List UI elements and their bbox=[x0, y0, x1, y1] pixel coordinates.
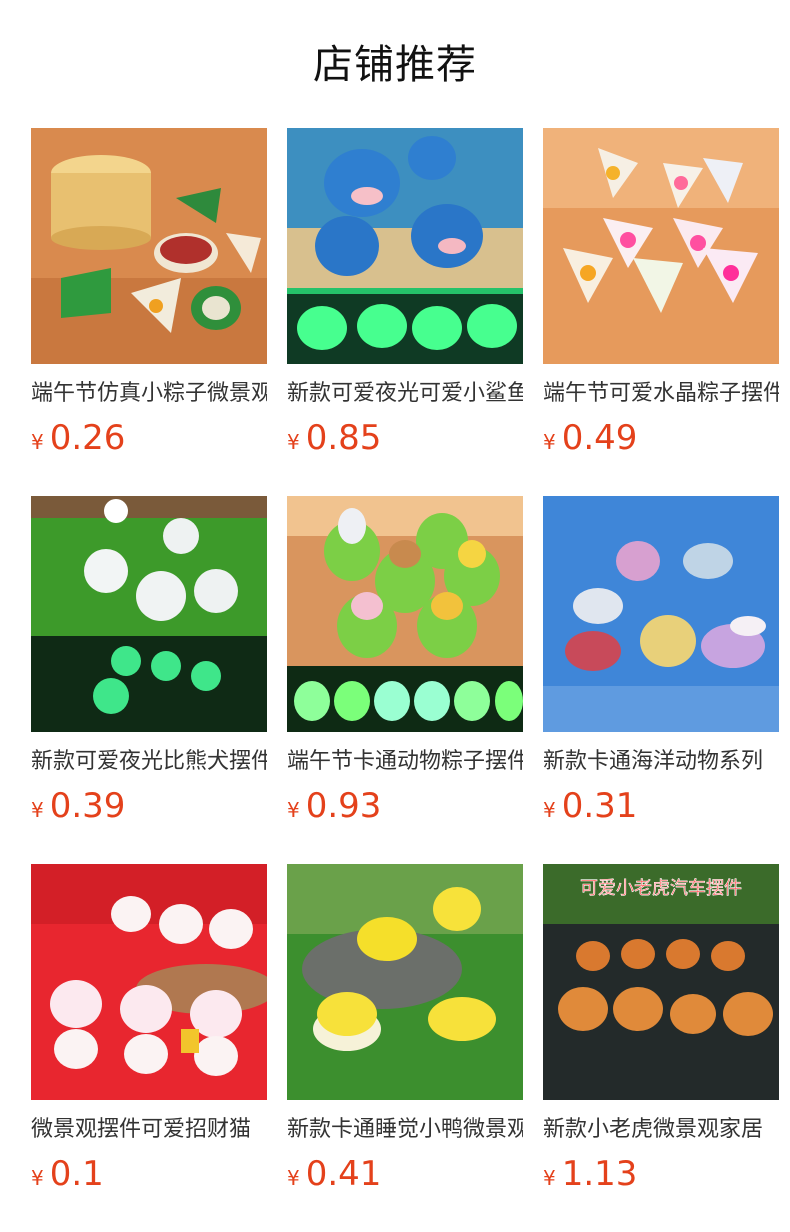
product-price: ¥0.31 bbox=[543, 786, 779, 826]
product-card[interactable]: 新款卡通海洋动物系列 ¥0.31 bbox=[543, 496, 779, 826]
product-price: ¥0.85 bbox=[287, 418, 523, 458]
image-caption: 可爱小老虎汽车摆件 bbox=[580, 878, 742, 899]
price-amount: 0.26 bbox=[49, 418, 126, 458]
store-recommendations-page: 店铺推荐 端午节仿真小粽子微景观 ¥ 0.26 新款可爱夜光可爱小鲨鱼 ¥ 0.… bbox=[0, 0, 790, 1232]
product-name[interactable]: 新款卡通海洋动物系列 bbox=[543, 746, 779, 778]
product-name[interactable]: 新款卡通睡觉小鸭微景观 bbox=[287, 1114, 523, 1146]
product-card[interactable]: 微景观摆件可爱招财猫 ¥0.1 bbox=[31, 864, 267, 1194]
currency-symbol: ¥ bbox=[543, 798, 556, 822]
product-price: ¥0.26 bbox=[31, 418, 267, 458]
currency-symbol: ¥ bbox=[287, 430, 300, 454]
price-amount: 0.39 bbox=[49, 786, 126, 826]
currency-symbol: ¥ bbox=[287, 1166, 300, 1190]
price-amount: 1.13 bbox=[561, 1154, 638, 1194]
product-image[interactable] bbox=[543, 128, 779, 364]
price-amount: 0.31 bbox=[561, 786, 638, 826]
product-card[interactable]: 可爱小老虎汽车摆件 新款小老虎微景观家居 ¥1.13 bbox=[543, 864, 779, 1194]
product-name[interactable]: 新款小老虎微景观家居 bbox=[543, 1114, 779, 1146]
product-image[interactable] bbox=[31, 864, 267, 1100]
product-card[interactable]: 端午节可爱水晶粽子摆件 ¥0.49 bbox=[543, 128, 779, 458]
product-name[interactable]: 新款可爱夜光比熊犬摆件 bbox=[31, 746, 267, 778]
product-price: ¥0.39 bbox=[31, 786, 267, 826]
currency-symbol: ¥ bbox=[543, 1166, 556, 1190]
price-amount: 0.85 bbox=[305, 418, 382, 458]
price-amount: 0.49 bbox=[561, 418, 638, 458]
section-title: 店铺推荐 bbox=[313, 42, 477, 88]
currency-symbol: ¥ bbox=[287, 798, 300, 822]
price-amount: 0.41 bbox=[305, 1154, 382, 1194]
product-image[interactable] bbox=[287, 128, 523, 364]
product-name[interactable]: 微景观摆件可爱招财猫 bbox=[31, 1114, 267, 1146]
product-price: ¥0.1 bbox=[31, 1154, 267, 1194]
product-name[interactable]: 端午节可爱水晶粽子摆件 bbox=[543, 378, 779, 410]
product-card[interactable]: 端午节卡通动物粽子摆件 ¥0.93 bbox=[287, 496, 523, 826]
product-price: ¥0.93 bbox=[287, 786, 523, 826]
product-card[interactable]: 新款可爱夜光比熊犬摆件 ¥0.39 bbox=[31, 496, 267, 826]
product-image[interactable] bbox=[287, 496, 523, 732]
currency-symbol: ¥ bbox=[543, 430, 556, 454]
currency-symbol: ¥ bbox=[31, 430, 44, 454]
product-card[interactable]: 端午节仿真小粽子微景观 ¥0.26 bbox=[31, 128, 267, 458]
product-price: ¥0.49 bbox=[543, 418, 779, 458]
product-image[interactable] bbox=[287, 864, 523, 1100]
product-name[interactable]: 新款可爱夜光可爱小鲨鱼 bbox=[287, 378, 523, 410]
product-image[interactable]: 可爱小老虎汽车摆件 bbox=[543, 864, 779, 1100]
product-image[interactable] bbox=[543, 496, 779, 732]
product-price: ¥0.41 bbox=[287, 1154, 523, 1194]
product-card[interactable]: 新款可爱夜光可爱小鲨鱼 ¥0.85 bbox=[287, 128, 523, 458]
currency-symbol: ¥ bbox=[31, 798, 44, 822]
product-price: ¥1.13 bbox=[543, 1154, 779, 1194]
currency-symbol: ¥ bbox=[31, 1166, 44, 1190]
product-name[interactable]: 端午节卡通动物粽子摆件 bbox=[287, 746, 523, 778]
price-amount: 0.93 bbox=[305, 786, 382, 826]
product-image[interactable] bbox=[31, 128, 267, 364]
product-name[interactable]: 端午节仿真小粽子微景观 bbox=[31, 378, 267, 410]
product-image[interactable] bbox=[31, 496, 267, 732]
product-card[interactable]: 新款卡通睡觉小鸭微景观 ¥0.41 bbox=[287, 864, 523, 1194]
price-amount: 0.1 bbox=[49, 1154, 104, 1194]
